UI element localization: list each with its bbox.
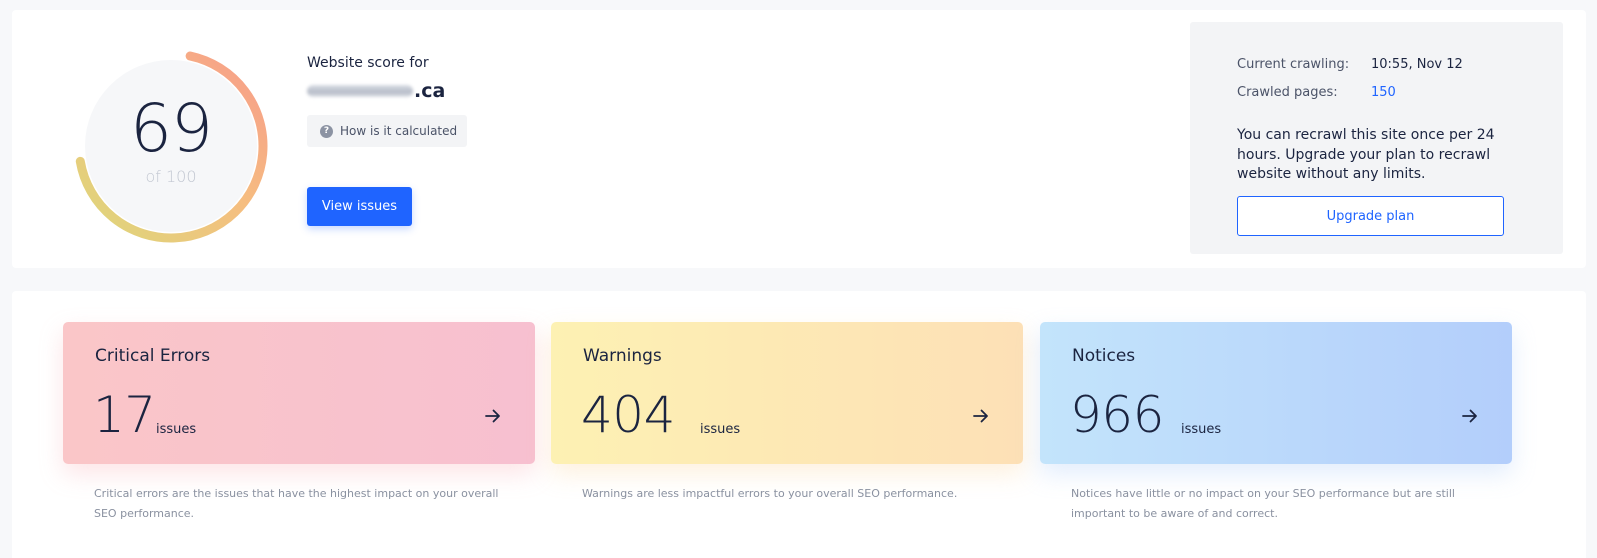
warnings-description: Warnings are less impactful errors to yo… xyxy=(582,487,958,500)
arrow-right-icon[interactable] xyxy=(483,406,503,426)
notices-card[interactable]: Notices 966 issues xyxy=(1040,322,1512,464)
arrow-right-icon[interactable] xyxy=(1460,406,1480,426)
score-value: 69 xyxy=(130,90,213,167)
domain-suffix: .ca xyxy=(414,80,446,102)
notices-description: Notices have little or no impact on your… xyxy=(1071,487,1455,520)
warnings-unit: issues xyxy=(700,422,741,437)
critical-errors-title: Critical Errors xyxy=(95,346,211,366)
critical-errors-description: Critical errors are the issues that have… xyxy=(94,487,499,520)
how-calculated-button[interactable]: ? How is it calculated xyxy=(307,115,467,147)
critical-errors-count: 17 xyxy=(93,386,156,444)
recrawl-message: You can recrawl this site once per 24 ho… xyxy=(1237,127,1495,182)
arrow-right-icon[interactable] xyxy=(971,406,991,426)
current-crawling-label: Current crawling: xyxy=(1237,57,1350,72)
score-gauge: 69 of 100 xyxy=(68,43,274,249)
warnings-title: Warnings xyxy=(583,346,662,366)
crawled-pages-label: Crawled pages: xyxy=(1237,85,1338,100)
notices-title: Notices xyxy=(1072,346,1136,366)
issues-summary-card: Critical Errors 17 issues Critical error… xyxy=(12,291,1586,558)
score-max-label: of 100 xyxy=(145,167,197,186)
score-summary-card: 69 of 100 Website score for .ca ? How is… xyxy=(12,10,1586,268)
critical-errors-card[interactable]: Critical Errors 17 issues xyxy=(63,322,535,464)
warnings-card[interactable]: Warnings 404 issues xyxy=(551,322,1023,464)
website-score-label: Website score for xyxy=(307,55,429,71)
redacted-domain xyxy=(307,85,413,97)
notices-unit: issues xyxy=(1181,422,1222,437)
current-crawling-value: 10:55, Nov 12 xyxy=(1371,57,1463,72)
crawled-pages-link[interactable]: 150 xyxy=(1371,85,1396,100)
view-issues-button[interactable]: View issues xyxy=(307,187,412,226)
question-circle-icon: ? xyxy=(320,124,333,138)
critical-errors-unit: issues xyxy=(156,422,197,437)
website-domain: .ca xyxy=(307,80,445,102)
crawl-info-panel: Current crawling: 10:55, Nov 12 Crawled … xyxy=(1190,22,1563,254)
warnings-count: 404 xyxy=(581,386,675,444)
how-calculated-label: How is it calculated xyxy=(340,124,458,138)
notices-count: 966 xyxy=(1070,386,1164,444)
upgrade-plan-button[interactable]: Upgrade plan xyxy=(1237,196,1504,236)
